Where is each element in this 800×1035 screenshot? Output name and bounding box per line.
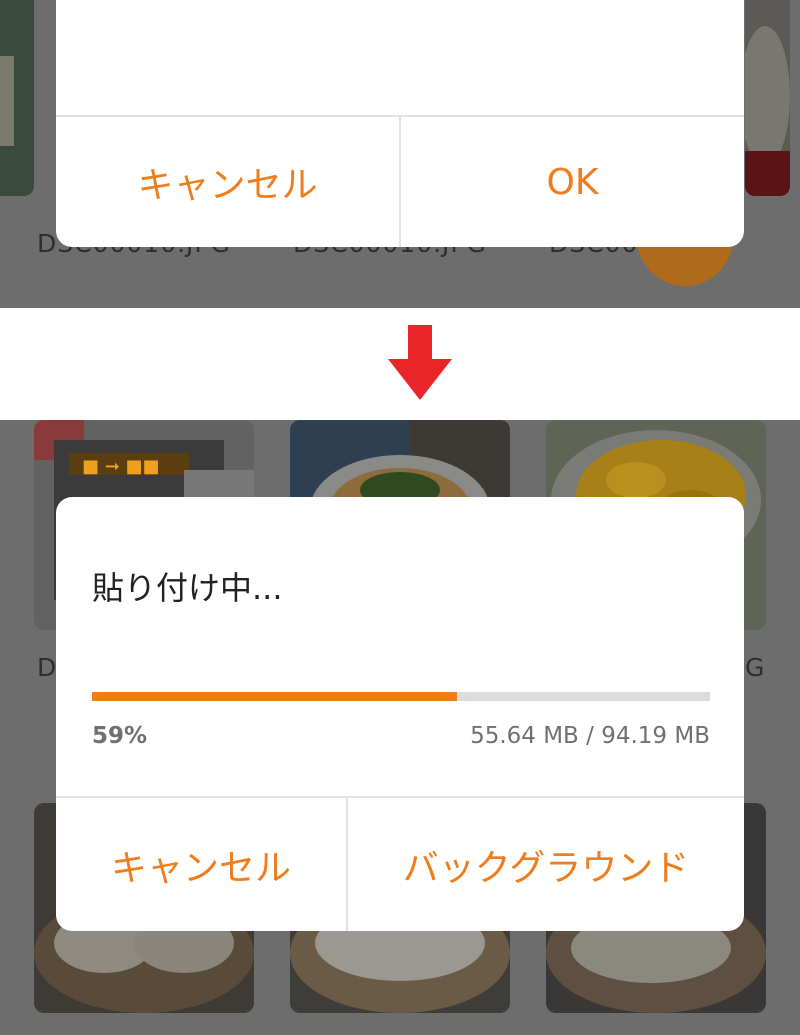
cancel-button[interactable]: キャンセル	[56, 117, 399, 247]
bottom-screenshot-panel: ■ ➞ ■■ D G 貼り付け中... 59% 55.64 MB / 94.19…	[0, 420, 800, 1035]
paste-progress-dialog: 貼り付け中... 59% 55.64 MB / 94.19 MB キャンセル バ…	[56, 497, 744, 931]
ok-button[interactable]: OK	[399, 117, 744, 247]
run-in-background-button[interactable]: バックグラウンド	[346, 798, 744, 931]
cancel-button[interactable]: キャンセル	[56, 798, 346, 931]
dialog-button-row: キャンセル OK	[56, 115, 744, 247]
top-screenshot-panel: DSC00010.JPG DSC00010.JPG DSC00 G キャンセル …	[0, 0, 800, 308]
progress-bar	[92, 692, 710, 701]
dialog-title: 貼り付け中...	[92, 569, 283, 607]
svg-text:■ ➞ ■■: ■ ➞ ■■	[82, 456, 160, 477]
progress-bar-fill	[92, 692, 457, 701]
transfer-size: 55.64 MB / 94.19 MB	[470, 723, 710, 749]
photo-thumbnail[interactable]	[745, 0, 790, 196]
file-name: D	[37, 653, 58, 682]
file-name: G	[745, 653, 766, 682]
photo-thumbnail[interactable]	[0, 0, 34, 196]
arrow-down-icon	[388, 325, 452, 400]
confirm-dialog: キャンセル OK	[56, 0, 744, 247]
dialog-button-row: キャンセル バックグラウンド	[56, 796, 744, 931]
progress-percent: 59%	[92, 723, 148, 749]
